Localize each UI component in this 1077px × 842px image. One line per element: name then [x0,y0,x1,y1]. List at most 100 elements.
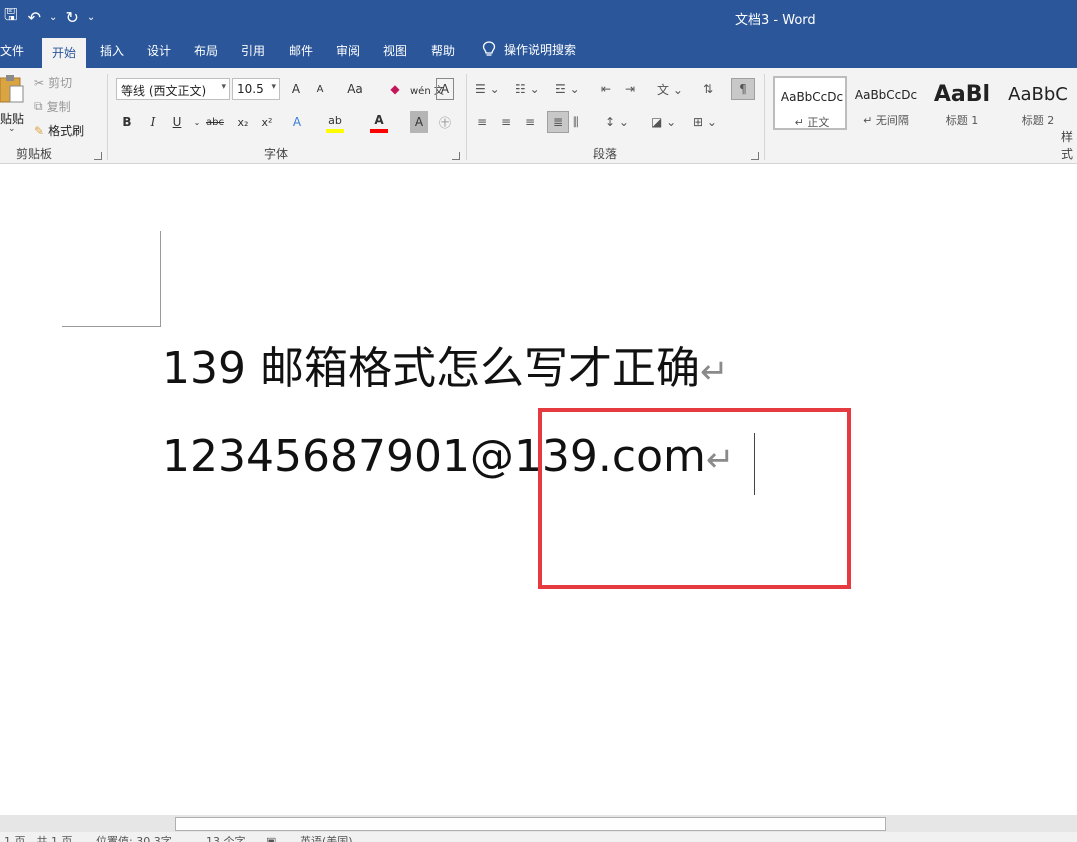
italic-button[interactable]: I [144,111,162,133]
copy-button[interactable]: ⧉ 复制 [34,98,71,115]
window-title: 文档3 - Word [735,13,816,28]
align-center-icon[interactable]: ≡ [501,111,511,133]
ribbon-tabs: 文件 开始 插入 设计 布局 引用 邮件 审阅 视图 帮助 操作说明搜索 [0,34,1077,68]
style-normal[interactable]: AaBbCcDc ↵ 正文 [773,76,847,130]
heading-text: 139 邮箱格式怎么写才正确 [162,343,700,394]
proofing-icon[interactable]: ▣ [266,832,276,842]
style-heading-1[interactable]: AaBl 标题 1 [925,76,999,130]
justify-icon[interactable]: ≣ [547,111,569,133]
style-sample: AaBbC [1008,84,1068,105]
status-bar: 1 页，共 1 页 位置值: 30.3字 13 个字 ▣ 英语(美国) [0,832,1077,842]
tab-help[interactable]: 帮助 [431,42,455,59]
page-count[interactable]: 1 页，共 1 页 [4,832,73,842]
increase-indent-icon[interactable]: ⇥ [625,78,635,100]
clear-formatting-icon[interactable]: ◆ [386,78,404,100]
clipboard-group: 贴贴 ⌄ ✂ 剪切 ⧉ 复制 ✎ 格式刷 剪贴板 [0,68,107,164]
copy-label: 复制 [46,100,71,114]
document-line-heading[interactable]: 139 邮箱格式怎么写才正确↵ [162,347,728,391]
sort-icon[interactable]: ⇅ [703,78,713,100]
tab-file[interactable]: 文件 [0,42,24,59]
scissors-icon: ✂ [34,75,45,90]
subscript-button[interactable]: x₂ [234,111,252,133]
numbering-icon[interactable]: ☷ ⌄ [515,78,540,100]
bold-button[interactable]: B [118,111,136,133]
chinese-layout-icon[interactable]: 文 ⌄ [657,78,683,100]
tab-design[interactable]: 设计 [147,42,171,59]
chevron-down-icon: ▾ [221,82,226,92]
text-effects-button[interactable]: A [288,111,306,133]
word-count[interactable]: 13 个字 [206,832,246,842]
highlight-color-button[interactable]: ab [326,111,344,133]
clipboard-launcher-icon[interactable] [94,152,102,160]
align-left-icon[interactable]: ≡ [477,111,487,133]
show-marks-icon[interactable]: ¶ [731,78,755,100]
chevron-down-icon: ▾ [271,82,276,92]
paragraph-group: ☰ ⌄ ☷ ⌄ ☲ ⌄ ⇤ ⇥ 文 ⌄ ⇅ ¶ ≡ ≡ ≡ ≣ ⫼ ↕ ⌄ ◪ … [467,68,764,164]
strikethrough-button[interactable]: abc [206,111,224,133]
cut-label: 剪切 [48,76,73,90]
tab-mailings[interactable]: 邮件 [289,42,313,59]
line-spacing-icon[interactable]: ↕ ⌄ [605,111,629,133]
paragraph-launcher-icon[interactable] [751,152,759,160]
tab-review[interactable]: 审阅 [336,42,360,59]
tab-view[interactable]: 视图 [383,42,407,59]
ribbon: 贴贴 ⌄ ✂ 剪切 ⧉ 复制 ✎ 格式刷 剪贴板 等线 (西文正文) ▾ 10.… [0,68,1077,164]
enclose-characters-button[interactable]: ㊉ [436,111,454,133]
shading-icon[interactable]: ◪ ⌄ [651,111,676,133]
paste-icon[interactable] [0,74,24,104]
tab-layout[interactable]: 布局 [194,42,218,59]
decrease-indent-icon[interactable]: ⇤ [601,78,611,100]
paragraph-group-label: 段落 [593,147,618,161]
undo-icon[interactable]: ↶ [24,8,45,27]
borders-icon[interactable]: ⊞ ⌄ [693,111,717,133]
document-page[interactable]: 139 邮箱格式怎么写才正确↵ 12345687901@139.com↵ [0,165,1077,815]
font-size-combo[interactable]: 10.5 ▾ [232,78,280,100]
style-name: ↵ 无间隔 [863,114,909,127]
font-size-value: 10.5 [237,82,264,96]
font-launcher-icon[interactable] [452,152,460,160]
grow-font-button[interactable]: A [287,78,305,100]
tell-me-label: 操作说明搜索 [504,43,577,57]
style-name: 标题 2 [1021,114,1055,127]
scrollbar-thumb[interactable] [175,817,886,831]
undo-dropdown-icon[interactable]: ⌄ [47,12,59,23]
language-indicator[interactable]: 英语(美国) [300,832,353,842]
style-name: 标题 1 [945,114,979,127]
character-shading-button[interactable]: A [410,111,428,133]
multilevel-list-icon[interactable]: ☲ ⌄ [555,78,580,100]
format-painter-button[interactable]: ✎ 格式刷 [34,122,84,139]
underline-dropdown-icon[interactable]: ⌄ [188,111,206,133]
bullets-icon[interactable]: ☰ ⌄ [475,78,500,100]
format-painter-icon: ✎ [34,123,45,138]
change-case-button[interactable]: Aa [338,78,372,100]
paste-dropdown-icon[interactable]: ⌄ [8,124,16,134]
lightbulb-icon [482,41,496,56]
redo-icon[interactable]: ↻ [61,8,82,27]
distributed-icon[interactable]: ⫼ [573,111,579,133]
email-local-part: 12345687901@ [162,431,514,482]
font-name-combo[interactable]: 等线 (西文正文) ▾ [116,78,230,100]
save-icon[interactable]: 🖫 [0,4,22,31]
font-name-value: 等线 (西文正文) [121,84,207,98]
character-border-button[interactable]: A [436,78,454,100]
superscript-button[interactable]: x² [258,111,276,133]
style-heading-2[interactable]: AaBbC 标题 2 [1001,76,1075,130]
horizontal-scrollbar[interactable] [0,815,1077,832]
font-color-button[interactable]: A [370,111,388,133]
style-sample: AaBbCcDc [854,88,918,102]
tab-references[interactable]: 引用 [241,42,265,59]
margin-marker-horizontal [62,326,160,327]
customize-qat-icon[interactable]: ⌄ [85,12,97,23]
tab-home[interactable]: 开始 [42,38,87,68]
style-no-spacing[interactable]: AaBbCcDc ↵ 无间隔 [849,76,923,130]
align-right-icon[interactable]: ≡ [525,111,535,133]
underline-button[interactable]: U [168,111,186,133]
clipboard-group-label: 剪贴板 [16,147,53,161]
format-painter-label: 格式刷 [48,124,85,138]
cut-button[interactable]: ✂ 剪切 [34,74,72,91]
shrink-font-button[interactable]: A [311,78,329,100]
copy-icon: ⧉ [34,99,43,113]
font-group-label: 字体 [264,147,289,161]
tab-insert[interactable]: 插入 [100,42,124,59]
tell-me-search[interactable]: 操作说明搜索 [482,41,576,58]
